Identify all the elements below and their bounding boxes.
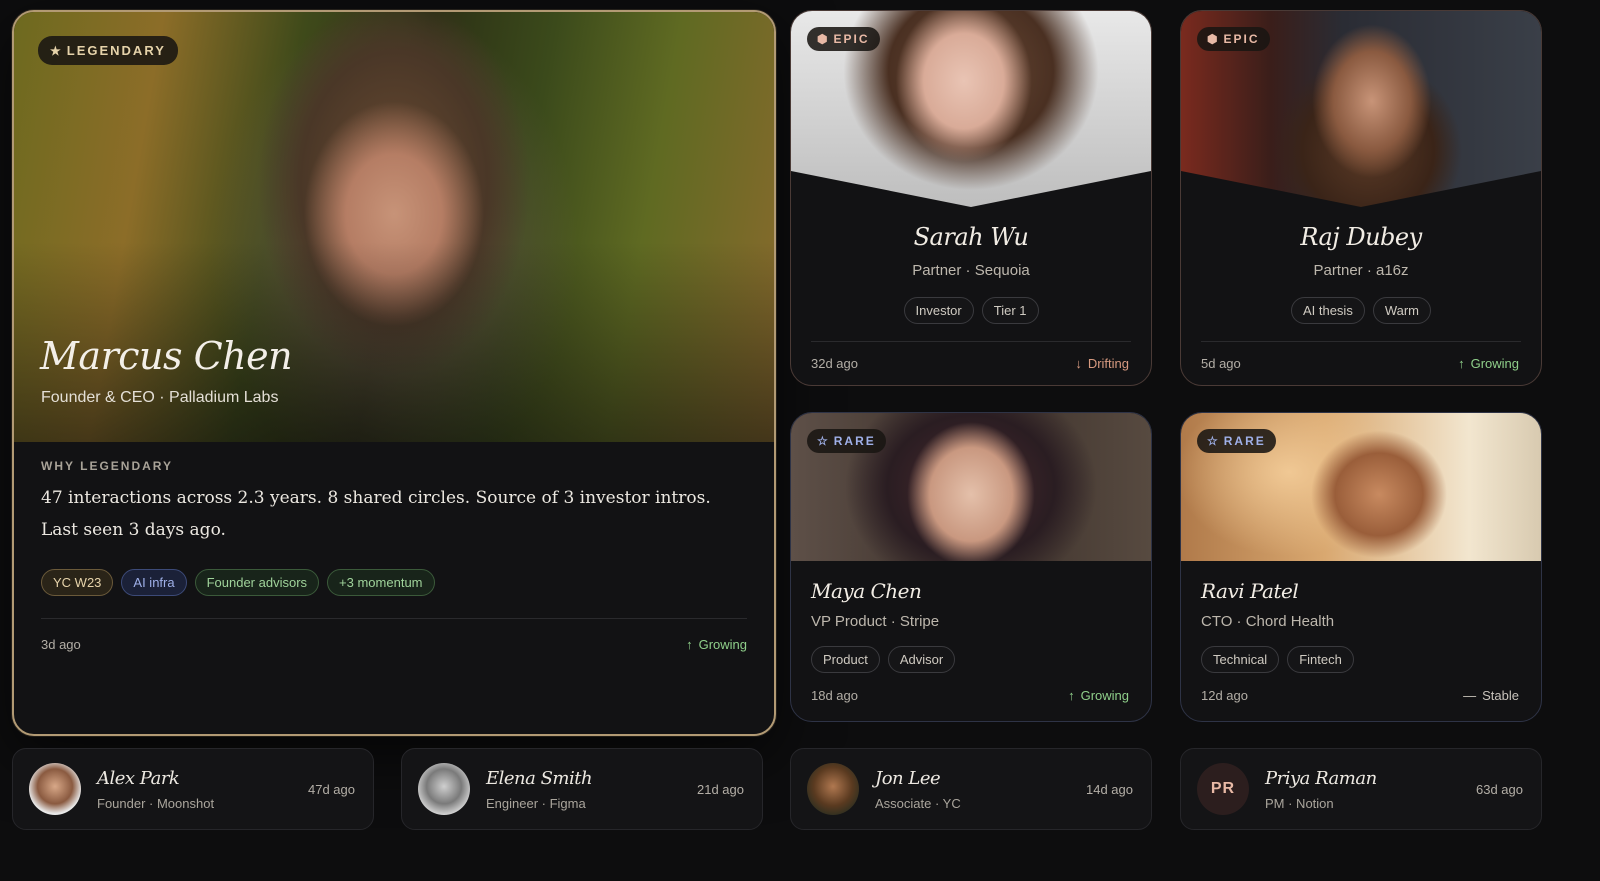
tag-chip[interactable]: Fintech <box>1287 646 1354 673</box>
contact-card-sarah-wu[interactable]: ⬢ EPIC Sarah Wu Partner · Sequoia Invest… <box>790 10 1152 386</box>
tag-chip[interactable]: AI infra <box>121 569 187 596</box>
last-seen: 21d ago <box>697 782 744 797</box>
contact-role: Associate · YC <box>875 796 961 811</box>
tag-list: AI thesis Warm <box>1181 297 1541 324</box>
tag-chip[interactable]: Product <box>811 646 880 673</box>
contact-role: Founder · Moonshot <box>97 796 215 811</box>
contact-card-ravi-patel[interactable]: ☆ RARE Ravi Patel CTO · Chord Health Tec… <box>1180 412 1542 722</box>
last-seen: 32d ago <box>811 356 858 371</box>
contact-row-elena-smith[interactable]: Elena Smith Engineer · Figma 21d ago <box>401 748 763 830</box>
hexagon-icon: ⬢ <box>817 32 828 46</box>
rarity-label: EPIC <box>833 32 870 46</box>
last-seen: 63d ago <box>1476 782 1523 797</box>
arrow-up-icon: ↑ <box>1068 688 1075 703</box>
rarity-label: LEGENDARY <box>66 43 166 58</box>
contact-role: CTO · Chord Health <box>1201 613 1335 630</box>
contact-role: Partner · Sequoia <box>912 262 1030 279</box>
tag-chip[interactable]: Warm <box>1372 297 1432 324</box>
contact-name: Raj Dubey <box>1300 223 1422 251</box>
hexagon-icon: ⬢ <box>1207 32 1218 46</box>
trend-label: Drifting <box>1087 356 1129 371</box>
tag-chip[interactable]: Advisor <box>887 646 956 673</box>
contact-name: Jon Lee <box>875 768 941 789</box>
trend-indicator: — Stable <box>1463 688 1519 703</box>
contact-card-raj-dubey[interactable]: ⬢ EPIC Raj Dubey Partner · a16z AI thesi… <box>1180 10 1542 386</box>
divider <box>41 618 747 619</box>
divider <box>1201 341 1521 342</box>
arrow-up-icon: ↑ <box>1458 356 1465 371</box>
contact-name: Marcus Chen <box>40 334 293 378</box>
contact-name: Priya Raman <box>1265 768 1377 789</box>
rarity-label: RARE <box>1223 434 1266 448</box>
contact-role: Partner · a16z <box>1313 262 1409 279</box>
tag-list: Product Advisor <box>811 646 956 673</box>
avatar <box>807 763 859 815</box>
trend-indicator: ↑ Growing <box>686 637 747 652</box>
contact-name: Alex Park <box>97 768 180 789</box>
trend-indicator: ↓ Drifting <box>1075 356 1129 371</box>
last-seen: 18d ago <box>811 688 858 703</box>
rarity-label: EPIC <box>1223 32 1260 46</box>
rarity-badge: ★ LEGENDARY <box>38 36 178 65</box>
avatar <box>29 763 81 815</box>
trend-indicator: ↑ Growing <box>1068 688 1129 703</box>
contact-role: Engineer · Figma <box>486 796 586 811</box>
avatar-initials: PR <box>1197 763 1249 815</box>
contact-role: Founder & CEO · Palladium Labs <box>41 389 279 406</box>
contact-role: PM · Notion <box>1265 796 1334 811</box>
divider <box>811 341 1131 342</box>
tag-list: Investor Tier 1 <box>791 297 1151 324</box>
tag-chip[interactable]: +3 momentum <box>327 569 435 596</box>
rarity-badge: ⬢ EPIC <box>1197 27 1270 51</box>
rarity-badge: ⬢ EPIC <box>807 27 880 51</box>
avatar <box>418 763 470 815</box>
trend-label: Stable <box>1482 688 1519 703</box>
trend-label: Growing <box>1080 688 1129 703</box>
last-seen: 3d ago <box>41 637 81 652</box>
contact-name: Sarah Wu <box>913 223 1029 251</box>
last-seen: 12d ago <box>1201 688 1248 703</box>
tag-chip[interactable]: AI thesis <box>1290 297 1365 324</box>
rarity-badge: ☆ RARE <box>1197 429 1276 453</box>
tag-list: YC W23 AI infra Founder advisors +3 mome… <box>41 569 435 596</box>
featured-contact-card[interactable]: ★ LEGENDARY Marcus Chen Founder & CEO · … <box>12 10 776 736</box>
tag-list: Technical Fintech <box>1201 646 1354 673</box>
tag-chip[interactable]: Investor <box>903 297 974 324</box>
tag-chip[interactable]: YC W23 <box>41 569 114 596</box>
contact-row-alex-park[interactable]: Alex Park Founder · Moonshot 47d ago <box>12 748 374 830</box>
trend-indicator: ↑ Growing <box>1458 356 1519 371</box>
last-seen: 5d ago <box>1201 356 1241 371</box>
contact-name: Ravi Patel <box>1201 579 1299 603</box>
tag-chip[interactable]: Tier 1 <box>981 297 1039 324</box>
star-outline-icon: ☆ <box>817 434 828 448</box>
star-icon: ★ <box>50 43 61 58</box>
tag-chip[interactable]: Founder advisors <box>194 569 320 596</box>
why-label: WHY LEGENDARY <box>41 459 174 473</box>
why-text: 47 interactions across 2.3 years. 8 shar… <box>41 488 711 540</box>
rarity-label: RARE <box>833 434 876 448</box>
contact-card-maya-chen[interactable]: ☆ RARE Maya Chen VP Product · Stripe Pro… <box>790 412 1152 722</box>
contact-role: VP Product · Stripe <box>811 613 940 630</box>
last-seen: 14d ago <box>1086 782 1133 797</box>
star-outline-icon: ☆ <box>1207 434 1218 448</box>
rarity-badge: ☆ RARE <box>807 429 886 453</box>
contact-row-jon-lee[interactable]: Jon Lee Associate · YC 14d ago <box>790 748 1152 830</box>
contact-name: Maya Chen <box>811 579 922 603</box>
tag-chip[interactable]: Technical <box>1201 646 1280 673</box>
trend-label: Growing <box>698 637 747 652</box>
last-seen: 47d ago <box>308 782 355 797</box>
trend-label: Growing <box>1470 356 1519 371</box>
dash-icon: — <box>1463 688 1477 703</box>
contact-name: Elena Smith <box>486 768 593 789</box>
arrow-up-icon: ↑ <box>686 637 693 652</box>
contact-row-priya-raman[interactable]: PR Priya Raman PM · Notion 63d ago <box>1180 748 1542 830</box>
arrow-down-icon: ↓ <box>1075 356 1082 371</box>
